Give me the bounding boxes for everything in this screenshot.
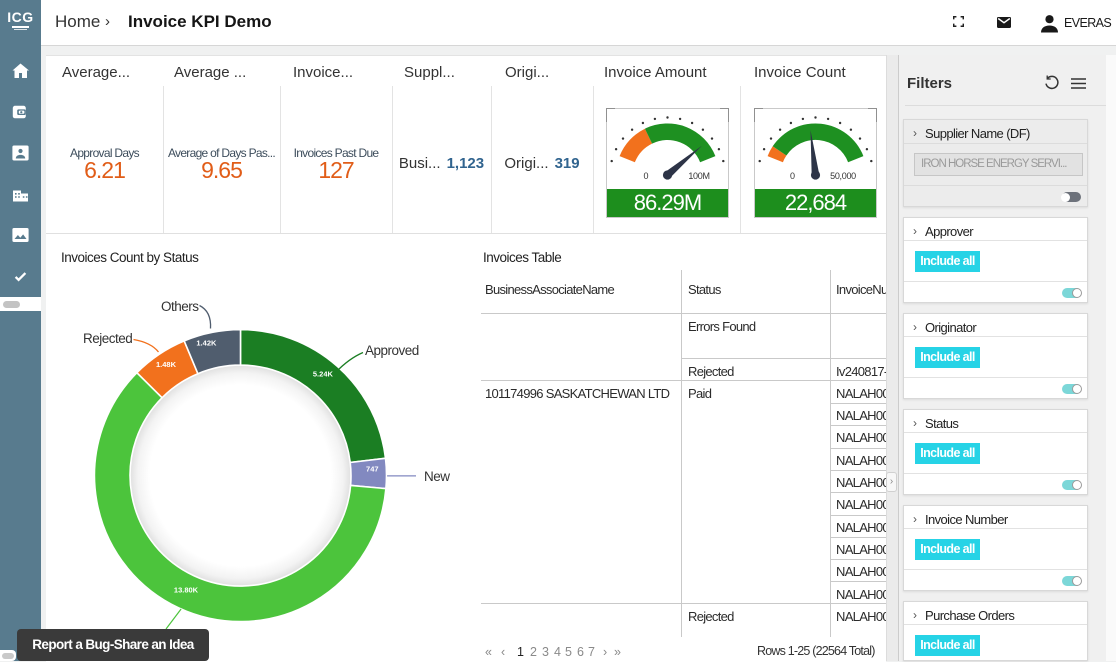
svg-text:100M: 100M <box>688 171 709 181</box>
svg-text:0: 0 <box>790 171 795 181</box>
svg-text:New: New <box>424 469 450 484</box>
svg-text:1.48K: 1.48K <box>156 360 177 369</box>
svg-text:Rejected: Rejected <box>83 331 132 346</box>
svg-text:Approved: Approved <box>365 343 419 358</box>
svg-text:13.80K: 13.80K <box>174 586 199 595</box>
svg-text:5.24K: 5.24K <box>313 369 334 378</box>
svg-text:Others: Others <box>161 299 199 314</box>
svg-text:0: 0 <box>643 171 648 181</box>
svg-text:1.42K: 1.42K <box>196 338 217 347</box>
svg-text:747: 747 <box>366 465 379 474</box>
svg-text:50,000: 50,000 <box>830 171 856 181</box>
